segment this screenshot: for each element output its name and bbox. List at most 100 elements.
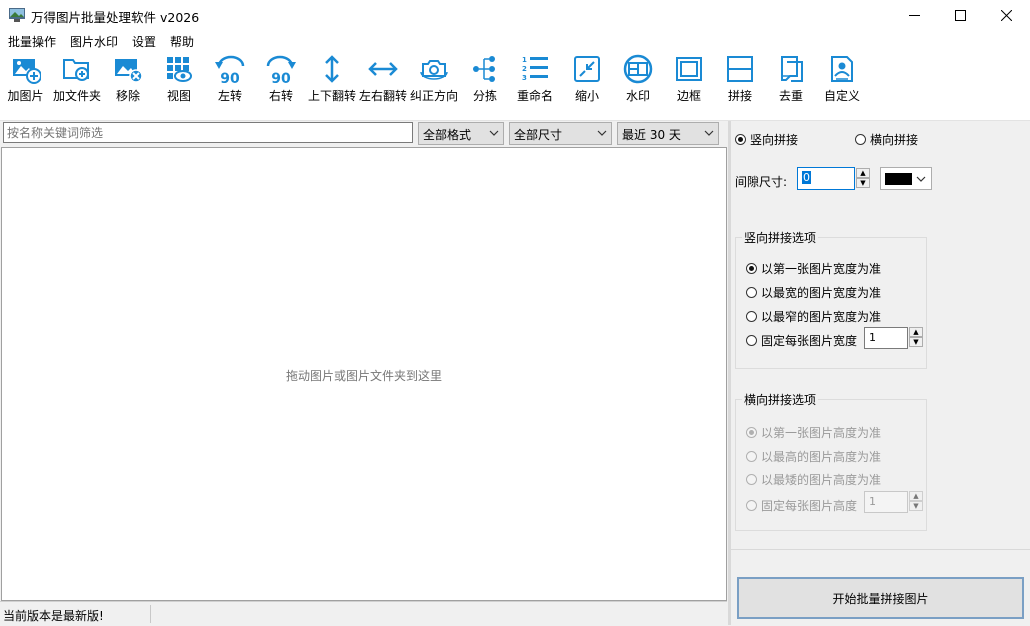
stitch-button[interactable]: 拼接 [719, 50, 761, 110]
flip-horizontal-button[interactable]: 左右翻转 [358, 50, 408, 110]
remove-image-icon [115, 59, 143, 83]
view-button[interactable]: 视图 [158, 50, 200, 110]
custom-button[interactable]: 自定义 [820, 50, 864, 110]
horizontal-fixed-height-stepper[interactable]: ▲ ▼ [909, 491, 923, 511]
search-input[interactable] [3, 122, 413, 143]
gap-size-stepper[interactable]: ▲ ▼ [856, 168, 870, 188]
spin-down-icon[interactable]: ▼ [856, 178, 870, 188]
date-select[interactable]: 最近 30 天 [617, 122, 719, 145]
vertical-option-label: 固定每张图片宽度 [761, 334, 858, 348]
correct-orientation-label: 纠正方向 [409, 89, 458, 103]
image-drop-area[interactable]: 拖动图片或图片文件夹到这里 [1, 147, 727, 601]
spin-up-icon[interactable]: ▲ [909, 327, 923, 337]
watermark-label: 水印 [625, 89, 650, 103]
format-select[interactable]: 全部格式 [418, 122, 504, 145]
svg-text:1: 1 [522, 56, 527, 64]
vertical-option-first-width[interactable]: 以第一张图片宽度为准 [746, 260, 881, 277]
add-folder-button[interactable]: 加文件夹 [50, 50, 104, 110]
shrink-label: 缩小 [574, 89, 599, 103]
maximize-icon [954, 9, 966, 21]
rotate-left-icon: 90 [215, 55, 245, 84]
menu-bar: 批量操作 图片水印 设置 帮助 [0, 30, 1030, 50]
horizontal-option-tallest[interactable]: 以最高的图片高度为准 [746, 448, 881, 465]
vertical-option-label: 以最窄的图片宽度为准 [761, 310, 882, 324]
radio-unselected-icon [746, 474, 757, 485]
add-image-label: 加图片 [7, 89, 44, 103]
size-select[interactable]: 全部尺寸 [509, 122, 612, 145]
flip-vertical-button[interactable]: 上下翻转 [306, 50, 358, 110]
svg-text:2: 2 [522, 65, 527, 73]
mode-vertical-label: 竖向拼接 [750, 133, 799, 147]
menu-help[interactable]: 帮助 [170, 33, 194, 50]
stitch-options-panel: 竖向拼接 横向拼接 间隙尺寸: 0 ▲ ▼ 竖向拼接选项 以第一张图片宽度为准 … [731, 121, 1030, 625]
rotate-right-button[interactable]: 90 右转 [260, 50, 302, 110]
mode-horizontal-radio[interactable]: 横向拼接 [855, 131, 918, 148]
menu-batch-operations[interactable]: 批量操作 [8, 33, 56, 50]
maximize-button[interactable] [937, 0, 983, 30]
horizontal-option-shortest[interactable]: 以最矮的图片高度为准 [746, 471, 881, 488]
vertical-option-widest[interactable]: 以最宽的图片宽度为准 [746, 284, 881, 301]
vertical-fixed-width-value: 1 [869, 331, 876, 344]
spin-up-icon[interactable]: ▲ [856, 168, 870, 178]
gap-size-label: 间隙尺寸: [735, 175, 788, 189]
dedupe-label: 去重 [778, 89, 803, 103]
horizontal-option-fixed[interactable]: 固定每张图片高度 [746, 497, 857, 514]
flip-vertical-icon [325, 55, 339, 83]
flip-horizontal-label: 左右翻转 [358, 89, 407, 103]
radio-unselected-icon [746, 500, 757, 511]
menu-image-watermark[interactable]: 图片水印 [70, 33, 118, 50]
remove-label: 移除 [115, 89, 140, 103]
radio-unselected-icon [746, 451, 757, 462]
remove-button[interactable]: 移除 [107, 50, 149, 110]
border-button[interactable]: 边框 [668, 50, 710, 110]
vertical-fixed-width-stepper[interactable]: ▲ ▼ [909, 327, 923, 347]
vertical-fixed-width-input[interactable]: 1 [864, 327, 908, 349]
add-image-icon [12, 59, 41, 84]
horizontal-option-first-height[interactable]: 以第一张图片高度为准 [746, 424, 881, 441]
add-folder-icon [63, 59, 89, 81]
correct-orientation-button[interactable]: 纠正方向 [408, 50, 460, 110]
rename-button[interactable]: 123 重命名 [514, 50, 556, 110]
chevron-down-icon [916, 176, 926, 182]
close-button[interactable] [983, 0, 1029, 30]
status-bar: 当前版本是最新版! [0, 601, 727, 626]
horizontal-fixed-height-input[interactable]: 1 [864, 491, 908, 513]
spin-down-icon[interactable]: ▼ [909, 501, 923, 511]
menu-settings[interactable]: 设置 [132, 33, 156, 50]
radio-unselected-icon [855, 134, 866, 145]
toolbar: 加图片 加文件夹 移除 视图 90 左转 90 右转 上下翻转 左右翻转 纠正方… [0, 50, 1030, 121]
radio-selected-icon [746, 427, 757, 438]
spin-up-icon[interactable]: ▲ [909, 491, 923, 501]
close-icon [1000, 9, 1012, 21]
minimize-button[interactable] [891, 0, 937, 30]
horizontal-options-title: 横向拼接选项 [744, 393, 817, 407]
gap-color-picker[interactable] [880, 167, 932, 190]
sort-branch-icon [473, 56, 495, 82]
horizontal-option-label: 以第一张图片高度为准 [761, 426, 882, 440]
mode-vertical-radio[interactable]: 竖向拼接 [735, 131, 798, 148]
vertical-option-fixed[interactable]: 固定每张图片宽度 [746, 332, 857, 349]
rename-label: 重命名 [516, 89, 553, 103]
rotate-right-label: 右转 [268, 89, 293, 103]
dedupe-button[interactable]: 去重 [770, 50, 812, 110]
app-icon [9, 8, 25, 22]
shrink-button[interactable]: 缩小 [566, 50, 608, 110]
filter-bar: 全部格式 全部尺寸 最近 30 天 [0, 121, 727, 147]
vertical-option-label: 以最宽的图片宽度为准 [761, 286, 882, 300]
vertical-option-narrowest[interactable]: 以最窄的图片宽度为准 [746, 308, 881, 325]
svg-text:3: 3 [522, 74, 527, 82]
add-image-button[interactable]: 加图片 [3, 50, 48, 110]
vertical-options-title: 竖向拼接选项 [744, 231, 817, 245]
duplicate-icon [781, 56, 803, 82]
start-stitch-button[interactable]: 开始批量拼接图片 [737, 577, 1024, 619]
spin-down-icon[interactable]: ▼ [909, 337, 923, 347]
watermark-stamp-icon [623, 54, 653, 84]
gap-size-input[interactable]: 0 [797, 167, 855, 190]
sort-button[interactable]: 分拣 [464, 50, 506, 110]
radio-unselected-icon [746, 335, 757, 346]
rotate-left-button[interactable]: 90 左转 [209, 50, 251, 110]
panel-divider [731, 549, 1030, 550]
custom-profile-icon [831, 56, 853, 82]
status-message: 当前版本是最新版! [3, 609, 104, 623]
watermark-button[interactable]: 水印 [617, 50, 659, 110]
